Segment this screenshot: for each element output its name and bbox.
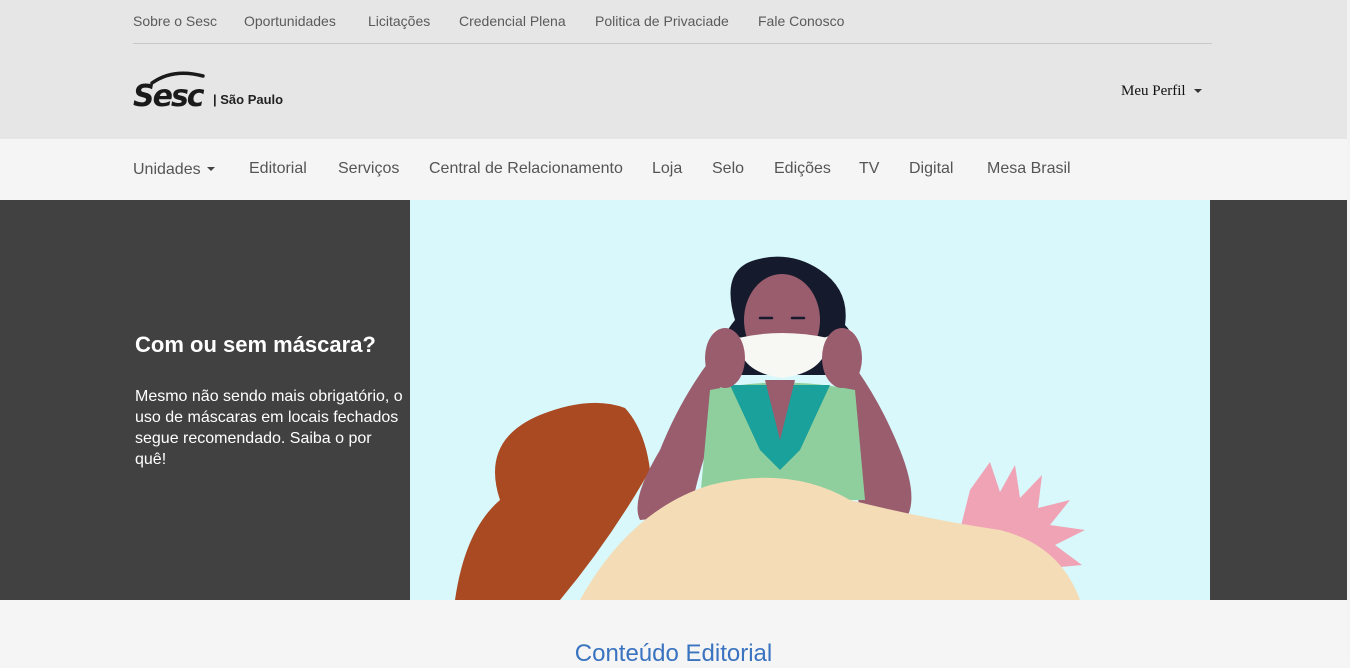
sesc-wordmark-logo: Sesc	[133, 71, 207, 112]
nav-loja[interactable]: Loja	[652, 160, 682, 178]
main-nav: Unidades Editorial Serviços Central de R…	[0, 139, 1350, 200]
nav-edicoes[interactable]: Edições	[774, 160, 831, 178]
caret-down-icon	[206, 166, 215, 171]
nav-unidades-label: Unidades	[133, 161, 201, 178]
nav-selo[interactable]: Selo	[712, 160, 744, 178]
hero-side-panel	[1210, 200, 1347, 600]
utility-link-fale-conosco[interactable]: Fale Conosco	[758, 13, 844, 29]
utility-link-credencial[interactable]: Credencial Plena	[459, 13, 566, 29]
utility-link-oportunidades[interactable]: Oportunidades	[244, 13, 336, 29]
nav-tv[interactable]: TV	[859, 160, 879, 178]
nav-central-relacionamento[interactable]: Central de Relacionamento	[429, 160, 623, 178]
brand-region: | São Paulo	[213, 92, 284, 107]
utility-link-licitacoes[interactable]: Licitações	[368, 13, 430, 29]
nav-digital[interactable]: Digital	[909, 160, 953, 178]
caret-down-icon	[1193, 88, 1202, 93]
hero-title[interactable]: Com ou sem máscara?	[135, 332, 376, 358]
nav-unidades-dropdown[interactable]: Unidades	[133, 161, 215, 179]
svg-text:Sesc: Sesc	[133, 79, 205, 112]
right-hand-shape	[822, 328, 862, 388]
utility-link-privacidade[interactable]: Politica de Privaciade	[595, 13, 729, 29]
nav-editorial[interactable]: Editorial	[249, 160, 307, 178]
nav-mesa-brasil[interactable]: Mesa Brasil	[987, 160, 1071, 178]
profile-label: Meu Perfil	[1121, 83, 1186, 99]
nav-servicos[interactable]: Serviços	[338, 160, 399, 178]
sesc-logo[interactable]: Sesc | São Paulo	[133, 70, 303, 112]
utility-link-sobre[interactable]: Sobre o Sesc	[133, 13, 217, 29]
hero-description: Mesmo não sendo mais obrigatório, o uso …	[135, 388, 403, 468]
left-hand-shape	[705, 328, 745, 388]
hero-illustration[interactable]	[410, 200, 1210, 600]
section-title: Conteúdo Editorial	[574, 640, 773, 667]
profile-menu-button[interactable]: Meu Perfil	[1121, 83, 1202, 100]
utility-nav: Sobre o Sesc Oportunidades Licitações Cr…	[133, 12, 1212, 44]
woman-mask-illustration	[455, 256, 1085, 600]
